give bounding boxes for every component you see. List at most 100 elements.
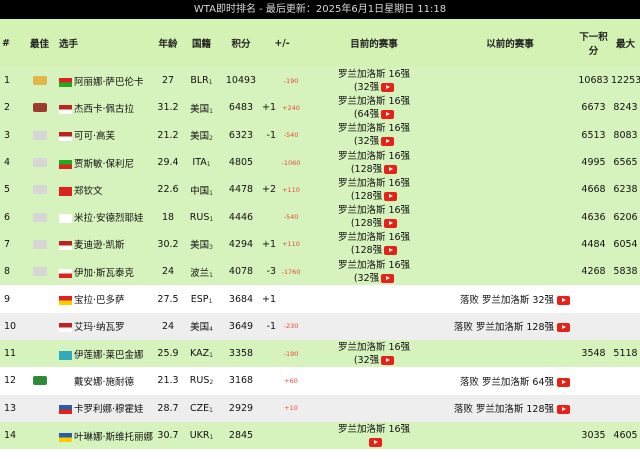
player-name[interactable]: 伊莲娜·莱巴金娜 xyxy=(74,350,144,361)
current-event-entry: (128强 xyxy=(350,245,383,257)
col-best[interactable]: 最佳 xyxy=(22,19,57,67)
table-row[interactable]: 6 米拉·安德烈耶娃 18 RUS1 4446 -540 罗兰加洛斯 16强 (128强 463… xyxy=(0,203,640,231)
current-event-cell: 罗兰加洛斯 16强 (32强 xyxy=(304,122,444,149)
table-row[interactable]: 4 贾斯敏·保利尼 29.4 ITA1 4805 -1060 罗兰加洛斯 16强 (128强 4… xyxy=(0,148,640,177)
current-event-cell: 罗兰加洛斯 16强 xyxy=(304,422,444,449)
player-name[interactable]: 麦迪逊·凯斯 xyxy=(74,240,125,251)
table-row[interactable]: 2 杰西卡·佩古拉 31.2 美国1 6483 +1 +240 罗兰加洛斯 16强 (64强 66… xyxy=(0,94,640,122)
youtube-play-icon[interactable] xyxy=(381,109,395,119)
youtube-play-icon[interactable] xyxy=(381,355,395,365)
best-rank-cell xyxy=(22,313,57,340)
points-delta-cell: -190 xyxy=(283,349,299,358)
player-name[interactable]: 叶琳娜·斯维托丽娜 xyxy=(74,432,153,443)
youtube-play-icon[interactable] xyxy=(384,246,398,256)
col-current[interactable]: 目前的赛事 xyxy=(304,19,444,67)
current-event-cell: 罗兰加洛斯 16强 (32强 xyxy=(304,67,444,94)
youtube-play-icon[interactable] xyxy=(381,137,395,147)
player-name[interactable]: 伊加·斯瓦泰克 xyxy=(74,268,134,279)
table-row[interactable]: 5 郑钦文 22.6 中国1 4478 +2 +110 罗兰加洛斯 16强 (128强 4668 6… xyxy=(0,176,640,204)
youtube-play-icon[interactable] xyxy=(384,164,398,174)
rank-cell: 5 xyxy=(4,184,11,196)
max-points-cell: 4605 xyxy=(613,430,638,441)
current-event-entry: (32强 xyxy=(353,354,380,366)
table-row[interactable]: 9 宝拉·巴多萨 27.5 ESP1 3684 +1 落败 罗兰加洛斯 32强 xyxy=(0,285,640,313)
youtube-play-icon[interactable] xyxy=(381,273,395,283)
col-points[interactable]: 积分 xyxy=(222,19,260,67)
current-event-cell xyxy=(304,395,444,422)
player-name[interactable]: 艾玛·纳瓦罗 xyxy=(74,322,125,333)
youtube-play-icon[interactable] xyxy=(557,323,570,333)
col-max[interactable]: 最大 xyxy=(611,19,640,67)
rank-cell: 7 xyxy=(4,238,11,250)
player-name[interactable]: 可可·高芙 xyxy=(74,131,115,142)
points-delta-cell: -1060 xyxy=(281,158,301,167)
youtube-play-icon[interactable] xyxy=(557,296,570,306)
nation-rank: 1 xyxy=(209,107,213,115)
col-rank[interactable]: # xyxy=(0,19,22,67)
table-row[interactable]: 11 伊莲娜·莱巴金娜 25.9 KAZ1 3358 -190 罗兰加洛斯 16强 (32强 3… xyxy=(0,339,640,368)
youtube-play-icon[interactable] xyxy=(557,377,570,387)
rank-cell: 1 xyxy=(4,75,11,87)
player-cell: 阿丽娜·萨巴伦卡 xyxy=(57,67,155,94)
current-event-result: 罗兰加洛斯 16强 xyxy=(337,341,411,353)
col-change[interactable]: +/- xyxy=(260,19,304,67)
window-title: WTA即时排名 - 最后更新：2025年6月1日星期日 11:18 xyxy=(0,0,640,19)
next-points-cell xyxy=(576,285,611,312)
table-row[interactable]: 1 阿丽娜·萨巴伦卡 27 BLR1 10493 -190 罗兰加洛斯 16强 (32强 106… xyxy=(0,67,640,95)
best-rank-cell xyxy=(22,285,57,312)
table-row[interactable]: 14 叶琳娜·斯维托丽娜 30.7 UKR1 2845 罗兰加洛斯 16强 3035 4605 xyxy=(0,421,640,450)
current-event-cell: 罗兰加洛斯 16强 (128强 xyxy=(304,231,444,258)
player-name[interactable]: 郑钦文 xyxy=(74,186,103,197)
best-rank-cell xyxy=(22,422,57,449)
points-delta-cell: +60 xyxy=(284,376,298,385)
nation-rank: 1 xyxy=(209,434,214,441)
player-name[interactable]: 戴安娜·施耐德 xyxy=(74,377,134,388)
table-row[interactable]: 7 麦迪逊·凯斯 30.2 美国3 4294 +1 +110 罗兰加洛斯 16强 (128强 44… xyxy=(0,230,640,259)
points-cell: 10493 xyxy=(225,75,257,87)
points-delta-cell: +110 xyxy=(282,185,300,194)
nation-rank: 1 xyxy=(206,161,211,169)
table-row[interactable]: 12 戴安娜·施耐德 21.3 RUS2 3168 +60 落败 罗兰加洛斯 64强 xyxy=(0,367,640,395)
table-row[interactable]: 10 艾玛·纳瓦罗 24 美国4 3649 -1 -230 落败 罗兰加洛斯 128强 xyxy=(0,312,640,340)
player-name[interactable]: 杰西卡·佩古拉 xyxy=(74,104,134,115)
youtube-play-icon[interactable] xyxy=(557,405,570,415)
best-rank-cell xyxy=(22,122,57,149)
player-name[interactable]: 阿丽娜·萨巴伦卡 xyxy=(74,77,144,88)
youtube-play-icon[interactable] xyxy=(384,191,398,201)
nation-cell: RUS1 xyxy=(181,203,222,230)
max-points-cell: 12253 xyxy=(611,75,640,87)
player-name[interactable]: 卡罗利娜·穆霍娃 xyxy=(74,404,144,415)
player-name[interactable]: 宝拉·巴多萨 xyxy=(74,295,125,306)
next-points-cell: 4636 xyxy=(581,211,606,223)
nation-label: UKR xyxy=(189,430,210,441)
current-event-result: 罗兰加洛斯 16强 xyxy=(337,259,411,271)
player-name[interactable]: 贾斯敏·保利尼 xyxy=(74,159,134,170)
youtube-play-icon[interactable] xyxy=(384,219,398,229)
table-row[interactable]: 3 可可·高芙 21.2 美国2 6323 -1 -540 罗兰加洛斯 16强 (32强 6513… xyxy=(0,121,640,149)
country-flag-icon xyxy=(59,405,72,415)
col-next[interactable]: 下一积分 xyxy=(576,19,611,67)
table-row[interactable]: 13 卡罗利娜·穆霍娃 28.7 CZE1 2929 +10 落败 罗兰加洛斯 128强 xyxy=(0,394,640,422)
table-row[interactable]: 8 伊加·斯瓦泰克 24 波兰1 4078 -3 -1760 罗兰加洛斯 16强 (32强 426… xyxy=(0,258,640,286)
best-rank-cell xyxy=(22,67,57,94)
nation-cell: CZE1 xyxy=(181,395,222,422)
next-points-cell: 3035 xyxy=(581,430,606,441)
col-player[interactable]: 选手 xyxy=(57,19,155,67)
best-rank-badge xyxy=(32,130,47,140)
points-delta-cell: +10 xyxy=(284,404,298,413)
col-previous[interactable]: 以前的赛事 xyxy=(444,19,576,67)
player-name[interactable]: 米拉·安德烈耶娃 xyxy=(74,213,144,224)
col-nation[interactable]: 国籍 xyxy=(181,19,222,67)
youtube-play-icon[interactable] xyxy=(381,82,395,92)
current-event-cell xyxy=(304,313,444,340)
points-cell: 6483 xyxy=(228,102,254,114)
country-flag-icon xyxy=(59,186,72,196)
nation-cell: BLR1 xyxy=(181,67,222,94)
best-rank-cell xyxy=(22,94,57,121)
rank-cell: 9 xyxy=(4,293,11,305)
change-cell xyxy=(260,340,278,367)
youtube-play-icon[interactable] xyxy=(368,437,382,447)
nation-rank: 1 xyxy=(209,189,213,197)
age-cell: 31.2 xyxy=(157,102,179,114)
col-age[interactable]: 年龄 xyxy=(155,19,181,67)
